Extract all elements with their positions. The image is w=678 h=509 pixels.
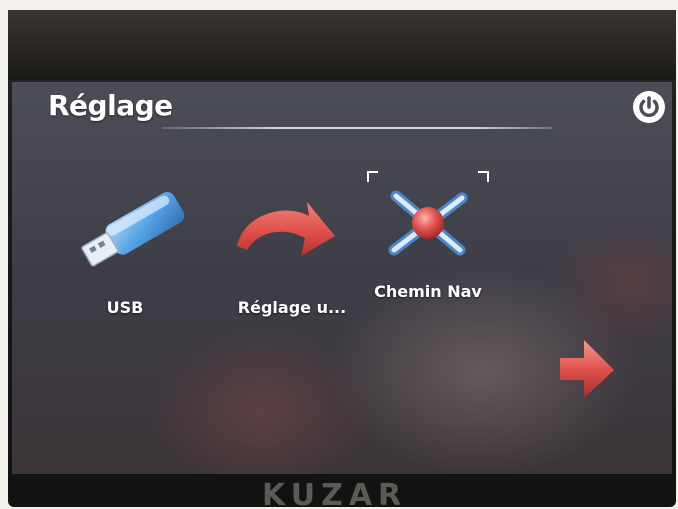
bezel-top <box>8 10 676 80</box>
curved-arrow-icon <box>237 202 335 256</box>
tile-label: USB <box>106 298 144 317</box>
usb-drive-icon <box>81 192 185 267</box>
page-title: Réglage <box>48 89 173 122</box>
title-underline <box>162 127 552 129</box>
tile-label: Chemin Nav <box>374 282 482 301</box>
device-brand: KUZAR <box>262 478 408 509</box>
power-button[interactable] <box>632 90 666 124</box>
next-arrow-icon <box>560 340 614 398</box>
tile-label: Réglage u... <box>237 298 347 317</box>
device-screen: Réglage USB Réglage u... Chemin Nav <box>12 82 672 474</box>
tile-usb[interactable]: USB <box>50 180 200 330</box>
tile-chemin-nav[interactable]: Chemin Nav <box>356 168 500 328</box>
nav-path-icon <box>388 190 468 256</box>
power-icon <box>633 91 665 123</box>
tile-reglage-u[interactable]: Réglage u... <box>217 180 367 330</box>
next-page-button[interactable] <box>552 332 622 402</box>
